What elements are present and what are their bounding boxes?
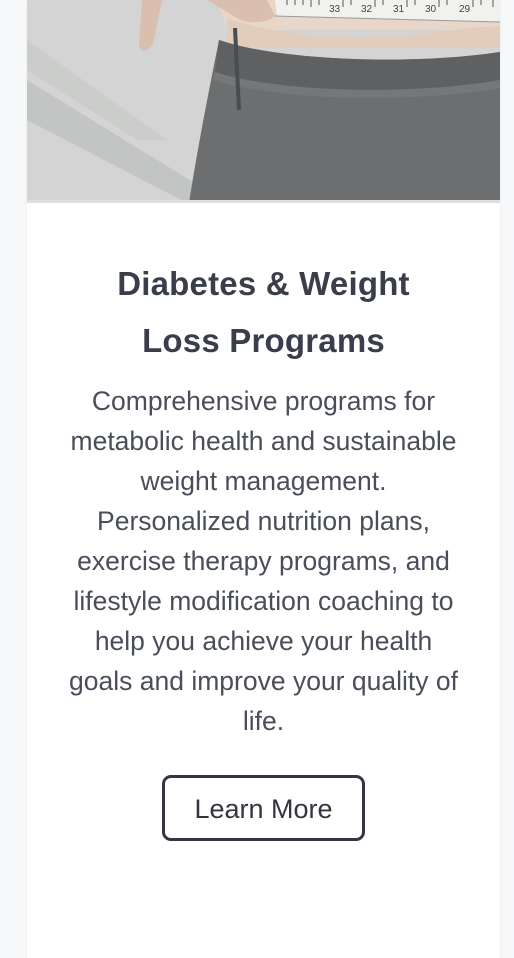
card-title-line-2: Loss Programs [142, 322, 385, 359]
tape-number: 29 [459, 4, 471, 15]
service-card: 33 32 31 30 29 Diabetes & Weight Loss Pr… [27, 0, 500, 958]
card-body: Diabetes & Weight Loss Programs Comprehe… [27, 255, 500, 841]
tape-number: 32 [361, 4, 373, 15]
tape-number: 30 [425, 4, 437, 15]
card-title-line-1: Diabetes & Weight [117, 265, 410, 302]
service-image: 33 32 31 30 29 [27, 0, 500, 203]
tape-number: 31 [393, 4, 405, 15]
learn-more-button[interactable]: Learn More [162, 775, 365, 841]
tape-number: 33 [329, 4, 341, 15]
waist-measuring-illustration: 33 32 31 30 29 [27, 0, 500, 203]
image-bottom-border [27, 200, 500, 203]
card-description: Comprehensive programs for metabolic hea… [69, 386, 458, 736]
card-title: Diabetes & Weight Loss Programs [57, 255, 470, 369]
